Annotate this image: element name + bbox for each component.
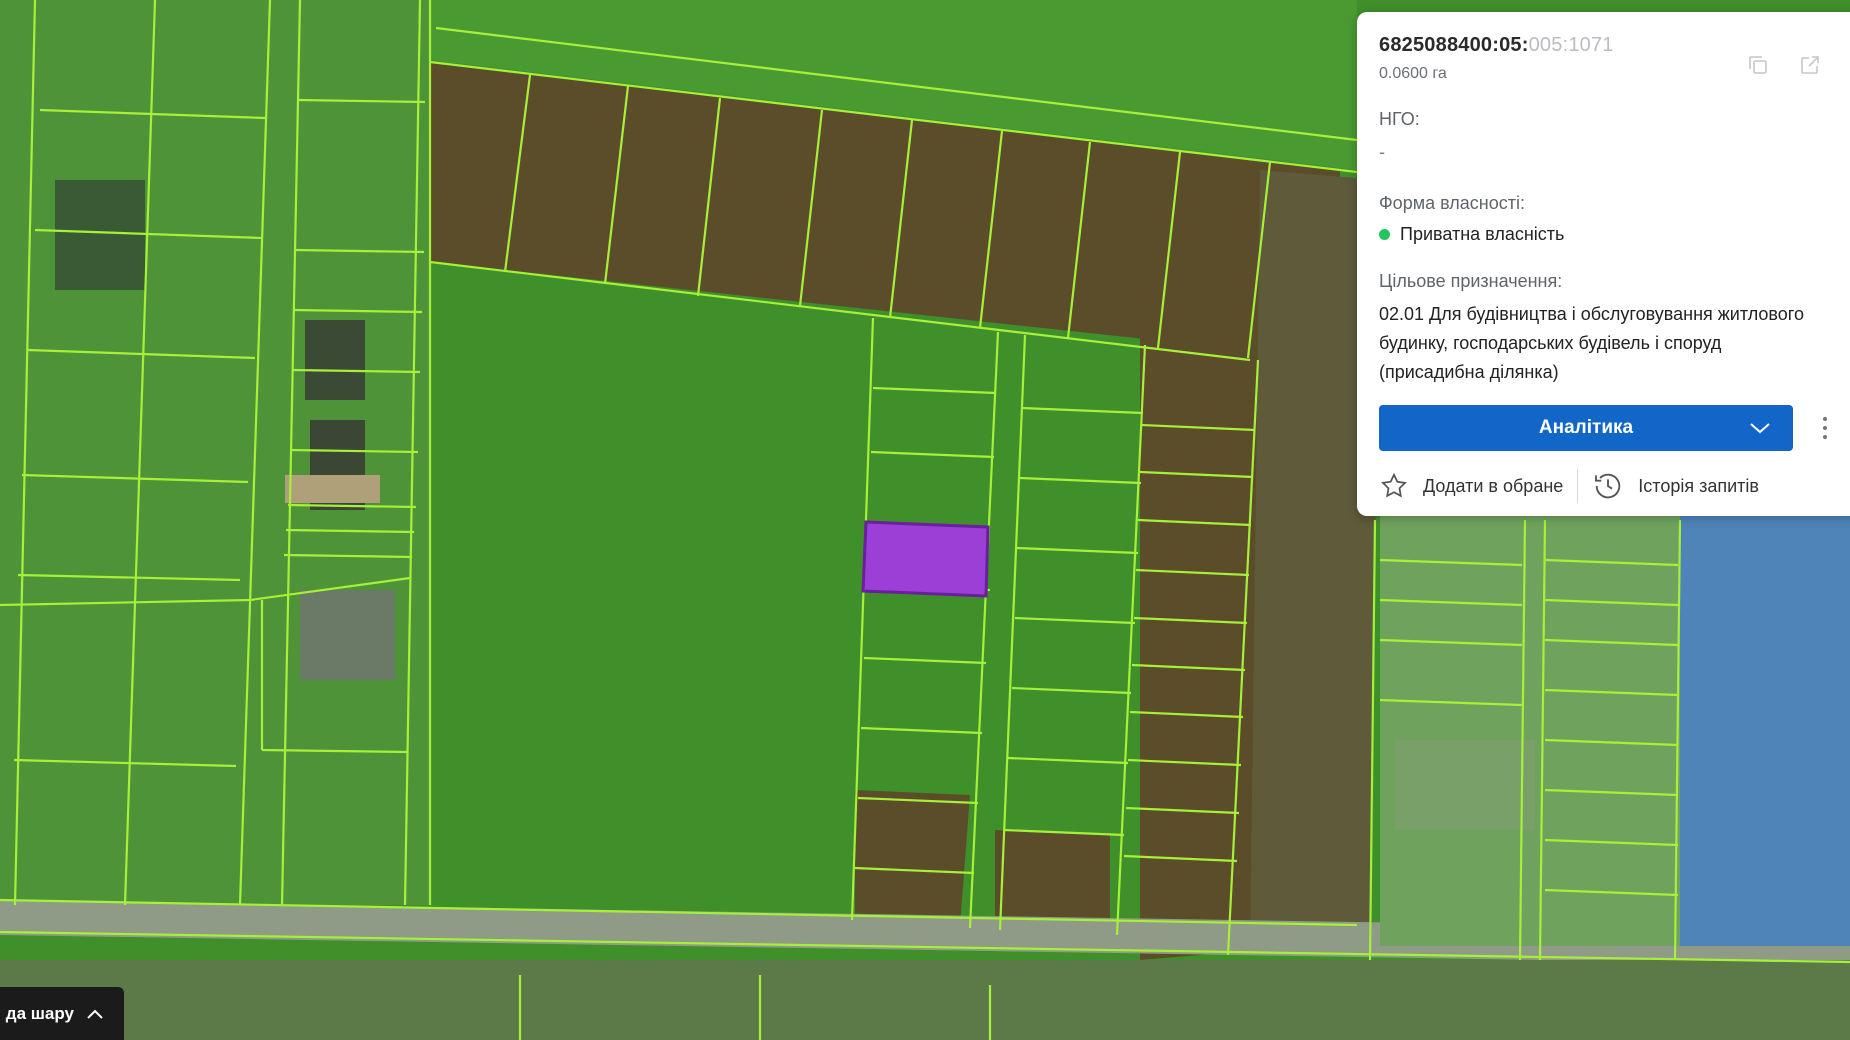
- chevron-down-icon: [1750, 423, 1770, 434]
- divider: [1577, 469, 1579, 503]
- cadastral-number-rest: 005:1071: [1528, 34, 1614, 56]
- add-to-favorites-button[interactable]: Додати в обране: [1379, 471, 1563, 501]
- add-to-favorites-label: Додати в обране: [1423, 475, 1564, 496]
- history-icon: [1595, 473, 1621, 499]
- copy-icon[interactable]: [1743, 50, 1773, 80]
- more-options-icon[interactable]: [1823, 413, 1831, 443]
- analytics-button[interactable]: Аналітика: [1379, 405, 1793, 451]
- parcel-info-card: 6825088400:05:005:1071 0.0600 га НГО: - …: [1357, 12, 1850, 516]
- star-icon: [1381, 472, 1407, 498]
- analytics-button-label: Аналітика: [1538, 417, 1634, 438]
- ngo-label: НГО:: [1379, 109, 1420, 129]
- purpose-label: Цільове призначення:: [1379, 271, 1563, 291]
- ngo-value: -: [1379, 142, 1385, 162]
- layer-legend-label: да шару: [5, 1003, 74, 1023]
- selected-parcel: [861, 520, 990, 598]
- open-external-icon[interactable]: [1795, 50, 1825, 80]
- layer-legend-button[interactable]: да шару: [0, 987, 124, 1040]
- ownership-value: Приватна власність: [1400, 224, 1565, 244]
- purpose-value: 02.01 Для будівництва і обслуговування ж…: [1379, 304, 1804, 382]
- cadastral-number: 6825088400:05:005:1071: [1379, 34, 1614, 57]
- ownership-label: Форма власності:: [1379, 193, 1525, 213]
- status-dot-icon: [1379, 229, 1390, 240]
- request-history-button[interactable]: Історія запитів: [1592, 470, 1759, 502]
- chevron-up-icon: [87, 1009, 103, 1019]
- cadastral-number-main: 6825088400:05:: [1379, 34, 1529, 56]
- request-history-label: Історія запитів: [1638, 475, 1759, 496]
